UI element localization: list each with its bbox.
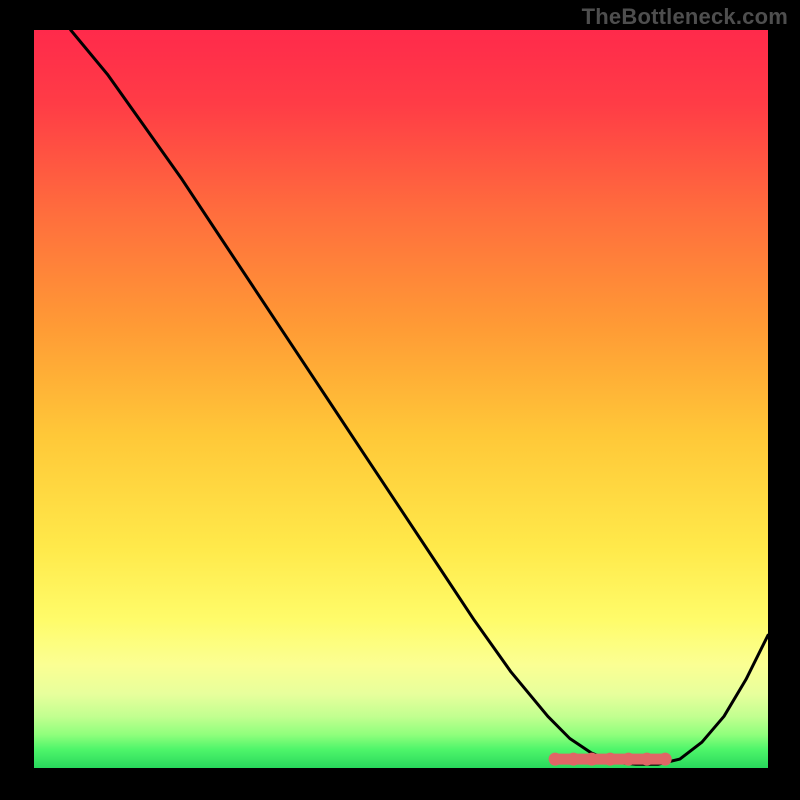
watermark-text: TheBottleneck.com xyxy=(582,4,788,30)
frame-bottom xyxy=(0,768,800,800)
gradient-rect xyxy=(34,30,768,768)
frame-right xyxy=(768,0,800,800)
optimal-range-markers xyxy=(549,753,672,766)
plot-svg xyxy=(34,30,768,768)
plot-area xyxy=(34,30,768,768)
frame-left xyxy=(0,0,34,800)
chart-stage: TheBottleneck.com xyxy=(0,0,800,800)
